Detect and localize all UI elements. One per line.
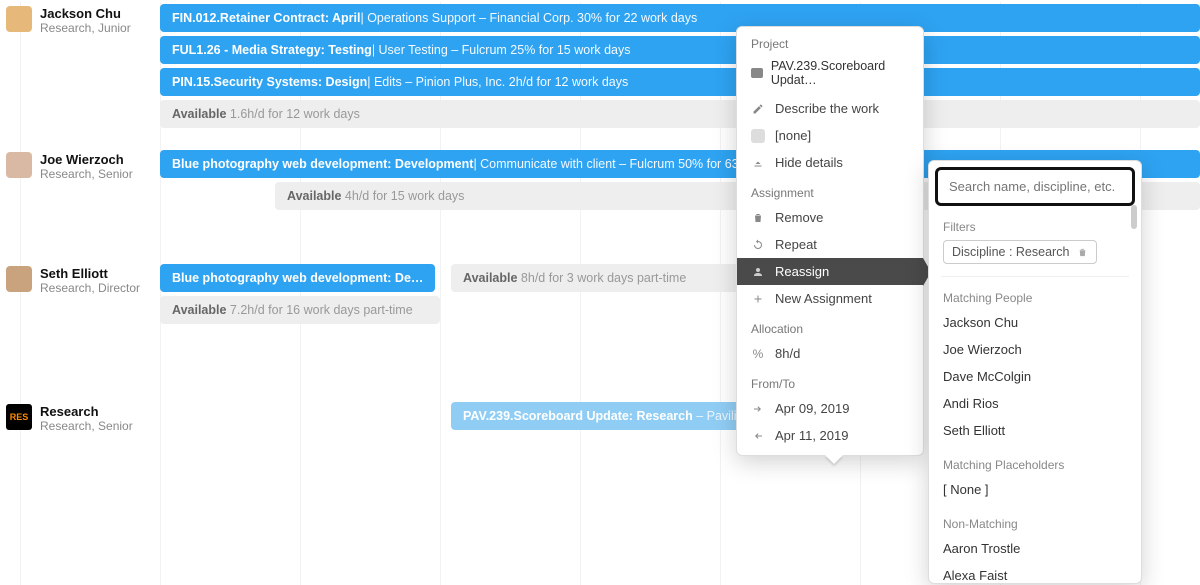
flyout-section-label: Matching People	[929, 283, 1141, 309]
avatar: RES	[6, 404, 32, 430]
flyout-section-label: Non-Matching	[929, 509, 1141, 535]
filter-chip[interactable]: Discipline : Research	[943, 240, 1097, 264]
assignment-bar[interactable]: FUL1.26 - Media Strategy: Testing | User…	[160, 36, 1200, 64]
list-item[interactable]: Alexa Faist	[929, 562, 1141, 584]
menu-item-allocation[interactable]: % 8h/d	[737, 340, 923, 367]
availability-bar[interactable]: Available 7.2h/d for 16 work days part-t…	[160, 296, 440, 324]
list-item[interactable]: [ None ]	[929, 476, 1141, 503]
scrollbar-thumb[interactable]	[1131, 205, 1137, 229]
menu-project-row[interactable]: PAV.239.Scoreboard Updat…	[737, 55, 923, 95]
person-header[interactable]: RES Research Research, Senior	[0, 400, 160, 437]
menu-item-repeat[interactable]: Repeat	[737, 231, 923, 258]
person-header[interactable]: Jackson Chu Research, Junior	[0, 2, 160, 39]
person-role: Research, Senior	[40, 167, 133, 181]
trash-icon	[751, 212, 765, 224]
plus-icon	[751, 293, 765, 305]
list-item[interactable]: Joe Wierzoch	[929, 336, 1141, 363]
percent-icon: %	[751, 347, 765, 361]
list-item[interactable]: Dave McColgin	[929, 363, 1141, 390]
repeat-icon	[751, 239, 765, 251]
menu-item-hide-details[interactable]: Hide details	[737, 149, 923, 176]
person-name: Jackson Chu	[40, 6, 131, 21]
person-icon	[751, 266, 765, 278]
project-color-chip	[751, 68, 763, 78]
assignment-bar[interactable]: PIN.15.Security Systems: Design | Edits …	[160, 68, 1200, 96]
flyout-section-label: Matching Placeholders	[929, 450, 1141, 476]
person-header[interactable]: Joe Wierzoch Research, Senior	[0, 148, 160, 185]
empty-chip-icon	[751, 129, 765, 143]
person-role: Research, Senior	[40, 419, 133, 433]
date-end-icon	[751, 430, 765, 442]
menu-item-new-assignment[interactable]: New Assignment	[737, 285, 923, 312]
menu-item-reassign[interactable]: Reassign	[737, 258, 923, 285]
assignment-bar[interactable]: FIN.012.Retainer Contract: April | Opera…	[160, 4, 1200, 32]
person-role: Research, Junior	[40, 21, 131, 35]
menu-item-describe[interactable]: Describe the work	[737, 95, 923, 122]
assignment-context-menu: Project PAV.239.Scoreboard Updat… Descri…	[736, 26, 924, 456]
search-field-wrapper	[935, 167, 1135, 206]
list-item[interactable]: Andi Rios	[929, 390, 1141, 417]
popup-pointer-icon	[825, 455, 843, 464]
avatar	[6, 6, 32, 32]
menu-section-label: Project	[737, 27, 923, 55]
assignment-bar[interactable]: Blue photography web development: De…	[160, 264, 435, 292]
menu-section-label: Allocation	[737, 312, 923, 340]
availability-bar[interactable]: Available 1.6h/d for 12 work days	[160, 100, 1200, 128]
person-header[interactable]: Seth Elliott Research, Director	[0, 262, 160, 299]
menu-section-label: Assignment	[737, 176, 923, 204]
reassign-flyout: Filters Discipline : Research Matching P…	[928, 160, 1142, 584]
pencil-icon	[751, 103, 765, 115]
person-name: Joe Wierzoch	[40, 152, 133, 167]
list-item[interactable]: Seth Elliott	[929, 417, 1141, 444]
search-input[interactable]	[941, 173, 1129, 200]
collapse-icon	[751, 157, 765, 169]
person-role: Research, Director	[40, 281, 140, 295]
person-name: Seth Elliott	[40, 266, 140, 281]
menu-item-remove[interactable]: Remove	[737, 204, 923, 231]
date-start-icon	[751, 403, 765, 415]
remove-filter-icon[interactable]	[1077, 247, 1088, 258]
list-item[interactable]: Jackson Chu	[929, 309, 1141, 336]
avatar	[6, 152, 32, 178]
menu-item-from-date[interactable]: Apr 09, 2019	[737, 395, 923, 422]
avatar	[6, 266, 32, 292]
menu-item-to-date[interactable]: Apr 11, 2019	[737, 422, 923, 449]
menu-section-label: From/To	[737, 367, 923, 395]
flyout-section-label: Filters	[929, 212, 1141, 238]
person-name: Research	[40, 404, 133, 419]
menu-item-none[interactable]: [none]	[737, 122, 923, 149]
list-item[interactable]: Aaron Trostle	[929, 535, 1141, 562]
